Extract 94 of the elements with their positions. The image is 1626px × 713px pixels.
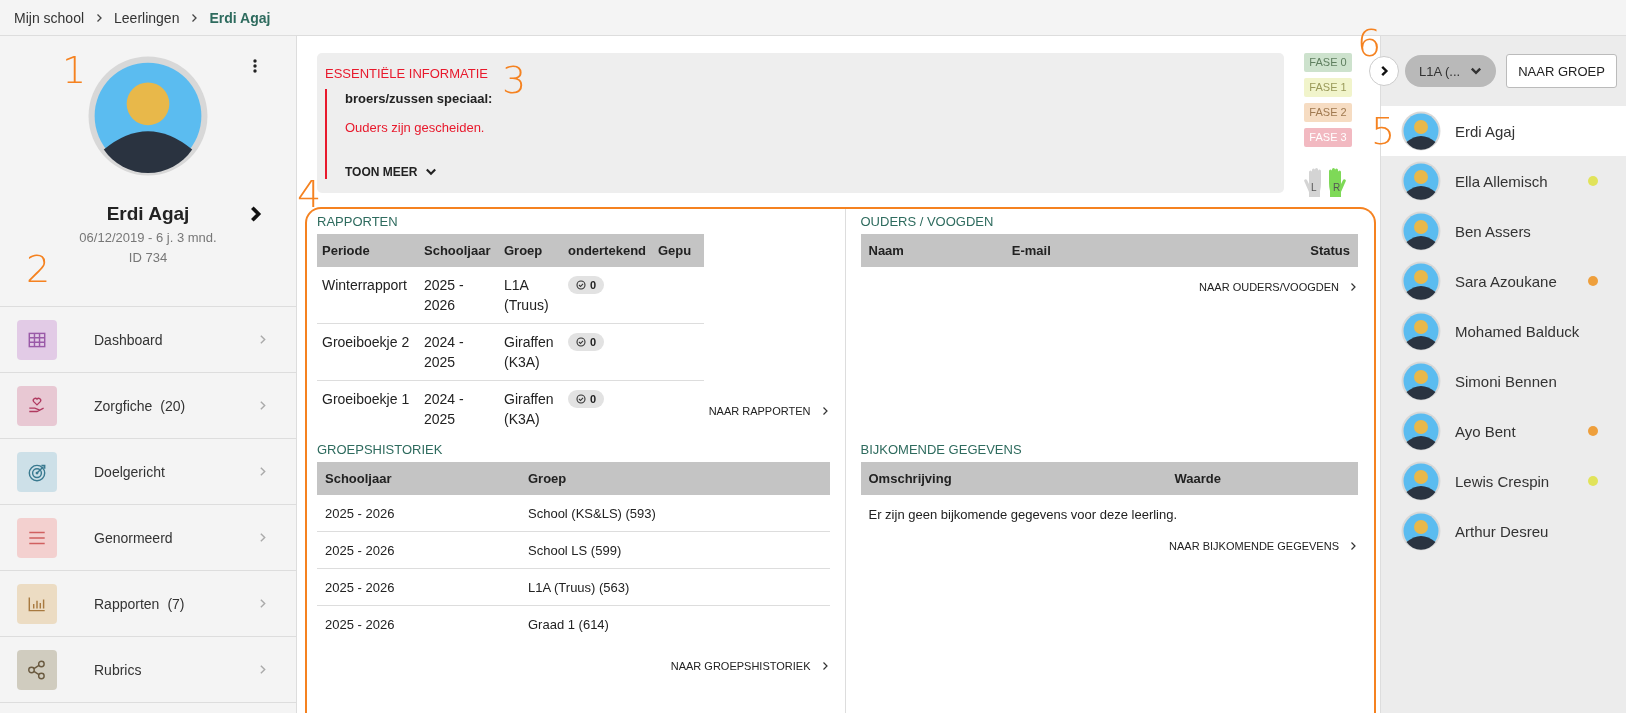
- student-name: Erdi Agaj: [106, 203, 190, 225]
- column-header: Naam: [860, 234, 1004, 267]
- section-link[interactable]: NAAR GROEPSHISTORIEK: [670, 660, 830, 672]
- menu-item[interactable]: Doelgericht: [0, 439, 296, 505]
- table-cell: 2025 - 2026: [419, 267, 499, 324]
- column-header: Groep: [520, 462, 830, 495]
- table-cell: L1A (Truus): [499, 267, 563, 324]
- column-header: Periode: [317, 234, 419, 267]
- breadcrumb-link[interactable]: Mijn school: [14, 9, 85, 26]
- info-heading: broers/zussen speciaal:: [345, 91, 494, 106]
- menu-item[interactable]: Rubrics: [0, 637, 296, 703]
- avatar-icon: [1401, 161, 1441, 201]
- column-header: Groep: [499, 234, 563, 267]
- table-cell: Giraffen (K3A): [499, 323, 563, 381]
- avatar-icon: [1401, 461, 1441, 501]
- column-header: Omschrijving: [860, 462, 1167, 495]
- signed-count-badge: 0: [568, 276, 605, 294]
- collapse-toggle-button[interactable]: [1369, 56, 1399, 86]
- table-cell: Winterrapport: [317, 267, 419, 324]
- chevron-right-icon: [1348, 282, 1358, 292]
- table-cell: School (KS&LS) (593): [520, 495, 830, 532]
- section-title: ESSENTIËLE INFORMATIE: [325, 66, 488, 81]
- annotation-number: 2: [26, 250, 51, 288]
- chevron-down-icon: [1470, 65, 1483, 77]
- student-list-item[interactable]: Sara Azoukane: [1381, 256, 1626, 306]
- section-link[interactable]: NAAR RAPPORTEN: [708, 405, 830, 417]
- section-link[interactable]: NAAR BIJKOMENDE GEGEVENS: [1169, 540, 1358, 552]
- avatar-icon: [1401, 111, 1441, 151]
- student-list-item[interactable]: Arthur Desreu: [1381, 506, 1626, 556]
- table-cell: Giraffen (K3A): [499, 380, 563, 437]
- student-list-item[interactable]: Mohamed Balduck: [1381, 306, 1626, 356]
- student-list-item[interactable]: Simoni Bennen: [1381, 356, 1626, 406]
- column-header: Schooljaar: [419, 234, 499, 267]
- more-options-icon: [252, 58, 258, 74]
- table-cell: Groeiboekje 2: [317, 323, 419, 381]
- menu-item[interactable]: Rapporten (7): [0, 571, 296, 637]
- table-cell: 2025 - 2026: [317, 605, 520, 642]
- check-circle-icon: [576, 394, 586, 404]
- chevron-right-icon: [1348, 541, 1358, 551]
- student-list-item[interactable]: Ella Allemisch: [1381, 156, 1626, 206]
- show-more-link[interactable]: TOON MEER: [345, 165, 438, 179]
- annotation-number: 6: [1357, 24, 1382, 62]
- avatar-icon: [1401, 511, 1441, 551]
- breadcrumb-link[interactable]: Erdi Agaj: [209, 9, 271, 26]
- chevron-down-icon: [425, 166, 438, 178]
- table-cell: 2024 - 2025: [419, 323, 499, 381]
- profile-avatar-icon: [87, 55, 209, 177]
- annotation-number: 3: [502, 61, 527, 99]
- chevron-right-icon: [1378, 65, 1390, 77]
- student-list-item[interactable]: Lewis Crespin: [1381, 456, 1626, 506]
- check-circle-icon: [576, 280, 586, 290]
- student-list-item[interactable]: Ayo Bent: [1381, 406, 1626, 456]
- share-icon: [26, 658, 48, 681]
- table-cell: 2025 - 2026: [317, 495, 520, 532]
- column-header: Gepu: [653, 234, 704, 267]
- signed-count-badge: 0: [568, 390, 605, 408]
- check-circle-icon: [576, 337, 586, 347]
- menu-item[interactable]: Genormeerd: [0, 505, 296, 571]
- menu-item[interactable]: Dashboard: [0, 307, 296, 373]
- table-cell: Groeiboekje 1: [317, 380, 419, 437]
- section-title: OUDERS / VOOGDEN: [860, 214, 995, 229]
- table-cell: L1A (Truus) (563): [520, 568, 830, 606]
- group-dropdown[interactable]: L1A (...: [1405, 55, 1497, 87]
- column-header: ondertekend: [563, 234, 653, 267]
- student-id: ID 734: [128, 250, 168, 265]
- menu-item[interactable]: Zorgfiche (20): [0, 373, 296, 439]
- student-list-item[interactable]: Ben Assers: [1381, 206, 1626, 256]
- column-header: Schooljaar: [317, 462, 520, 495]
- table-cell: 2024 - 2025: [419, 380, 499, 437]
- signed-count-badge: 0: [568, 333, 605, 351]
- table-cell: Graad 1 (614): [520, 605, 830, 642]
- column-header: Status: [1202, 234, 1358, 267]
- avatar-icon: [1401, 311, 1441, 351]
- breadcrumb-link[interactable]: Leerlingen: [114, 9, 180, 26]
- avatar-icon: [1401, 361, 1441, 401]
- info-note: Ouders zijn gescheiden.: [345, 120, 486, 135]
- section-title: GROEPSHISTORIEK: [317, 442, 444, 457]
- table-cell: 2025 - 2026: [317, 531, 520, 569]
- birth-date: 06/12/2019 - 6 j. 3 mnd.: [79, 230, 217, 245]
- group-button[interactable]: NAAR GROEP: [1506, 54, 1617, 88]
- annotation-number: 4: [297, 175, 322, 213]
- avatar-icon: [1401, 211, 1441, 251]
- column-header: Waarde: [1166, 462, 1358, 495]
- avatar-icon: [1401, 411, 1441, 451]
- section-title: RAPPORTEN: [317, 214, 399, 229]
- section-link[interactable]: NAAR OUDERS/VOOGDEN: [1199, 281, 1358, 293]
- hand-icon[interactable]: R: [1326, 167, 1348, 199]
- column-header: E-mail: [1003, 234, 1203, 267]
- empty-message: Er zijn geen bijkomende gegevens voor deze leerling.: [867, 506, 1179, 522]
- table-cell: 2025 - 2026: [317, 568, 520, 606]
- annotation-number: 1: [62, 51, 87, 89]
- avatar-icon: [1401, 261, 1441, 301]
- table-cell: School LS (599): [520, 531, 830, 569]
- section-title: BIJKOMENDE GEGEVENS: [860, 442, 1023, 457]
